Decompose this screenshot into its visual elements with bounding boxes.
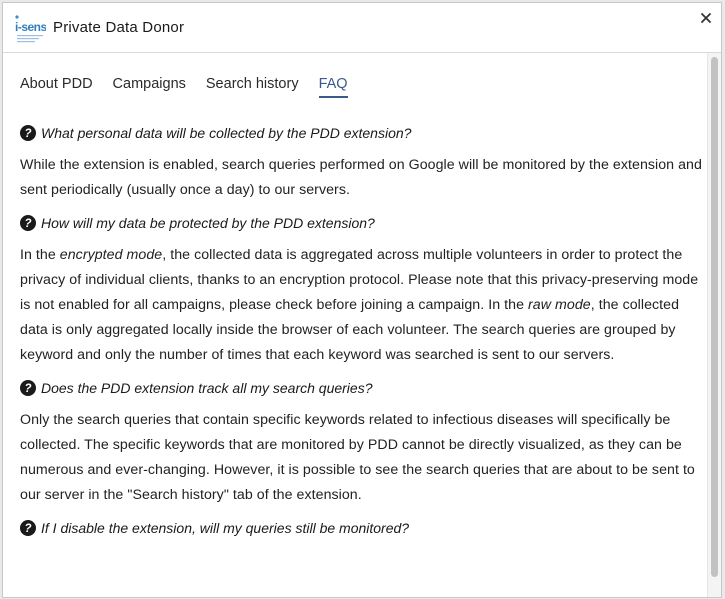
tab-about-pdd[interactable]: About PDD xyxy=(20,75,93,98)
faq-answer: In the encrypted mode, the collected dat… xyxy=(20,247,699,363)
main-content: About PDD Campaigns Search history FAQ ?… xyxy=(20,53,706,597)
faq-answer: Only the search queries that contain spe… xyxy=(20,412,695,503)
faq-list: ? What personal data will be collected b… xyxy=(20,123,706,553)
question-circle-icon: ? xyxy=(20,520,36,536)
faq-question: ? Does the PDD extension track all my se… xyxy=(20,378,706,398)
tab-campaigns[interactable]: Campaigns xyxy=(113,75,186,98)
vertical-scrollbar[interactable] xyxy=(707,53,721,597)
faq-answer: While the extension is enabled, search q… xyxy=(20,157,702,198)
svg-text:?: ? xyxy=(24,523,31,535)
faq-question: ? What personal data will be collected b… xyxy=(20,123,706,143)
faq-question: ? If I disable the extension, will my qu… xyxy=(20,518,706,538)
header: i-sense Private Data Donor xyxy=(3,3,721,53)
app-title: Private Data Donor xyxy=(53,19,185,36)
faq-question-text: If I disable the extension, will my quer… xyxy=(41,520,410,536)
svg-text:?: ? xyxy=(24,383,31,395)
tab-bar: About PDD Campaigns Search history FAQ xyxy=(20,75,368,98)
question-circle-icon: ? xyxy=(20,215,36,231)
raw-mode-term: raw mode xyxy=(528,297,591,313)
close-icon[interactable] xyxy=(698,10,714,26)
tab-search-history[interactable]: Search history xyxy=(206,75,299,98)
encrypted-mode-term: encrypted mode xyxy=(59,247,163,263)
faq-question-text: What personal data will be collected by … xyxy=(41,125,412,141)
scrollbar-thumb[interactable] xyxy=(711,57,718,577)
faq-question-text: Does the PDD extension track all my sear… xyxy=(41,380,373,396)
faq-question-text: How will my data be protected by the PDD… xyxy=(41,215,375,231)
svg-text:?: ? xyxy=(24,218,31,230)
extension-popup: i-sense Private Data Donor About PDD Cam… xyxy=(2,2,722,598)
tab-faq[interactable]: FAQ xyxy=(318,75,348,98)
svg-text:?: ? xyxy=(24,128,31,140)
question-circle-icon: ? xyxy=(20,125,36,141)
isense-logo: i-sense xyxy=(14,14,46,44)
faq-question: ? How will my data be protected by the P… xyxy=(20,213,706,233)
question-circle-icon: ? xyxy=(20,380,36,396)
logo-text: i-sense xyxy=(15,20,46,34)
